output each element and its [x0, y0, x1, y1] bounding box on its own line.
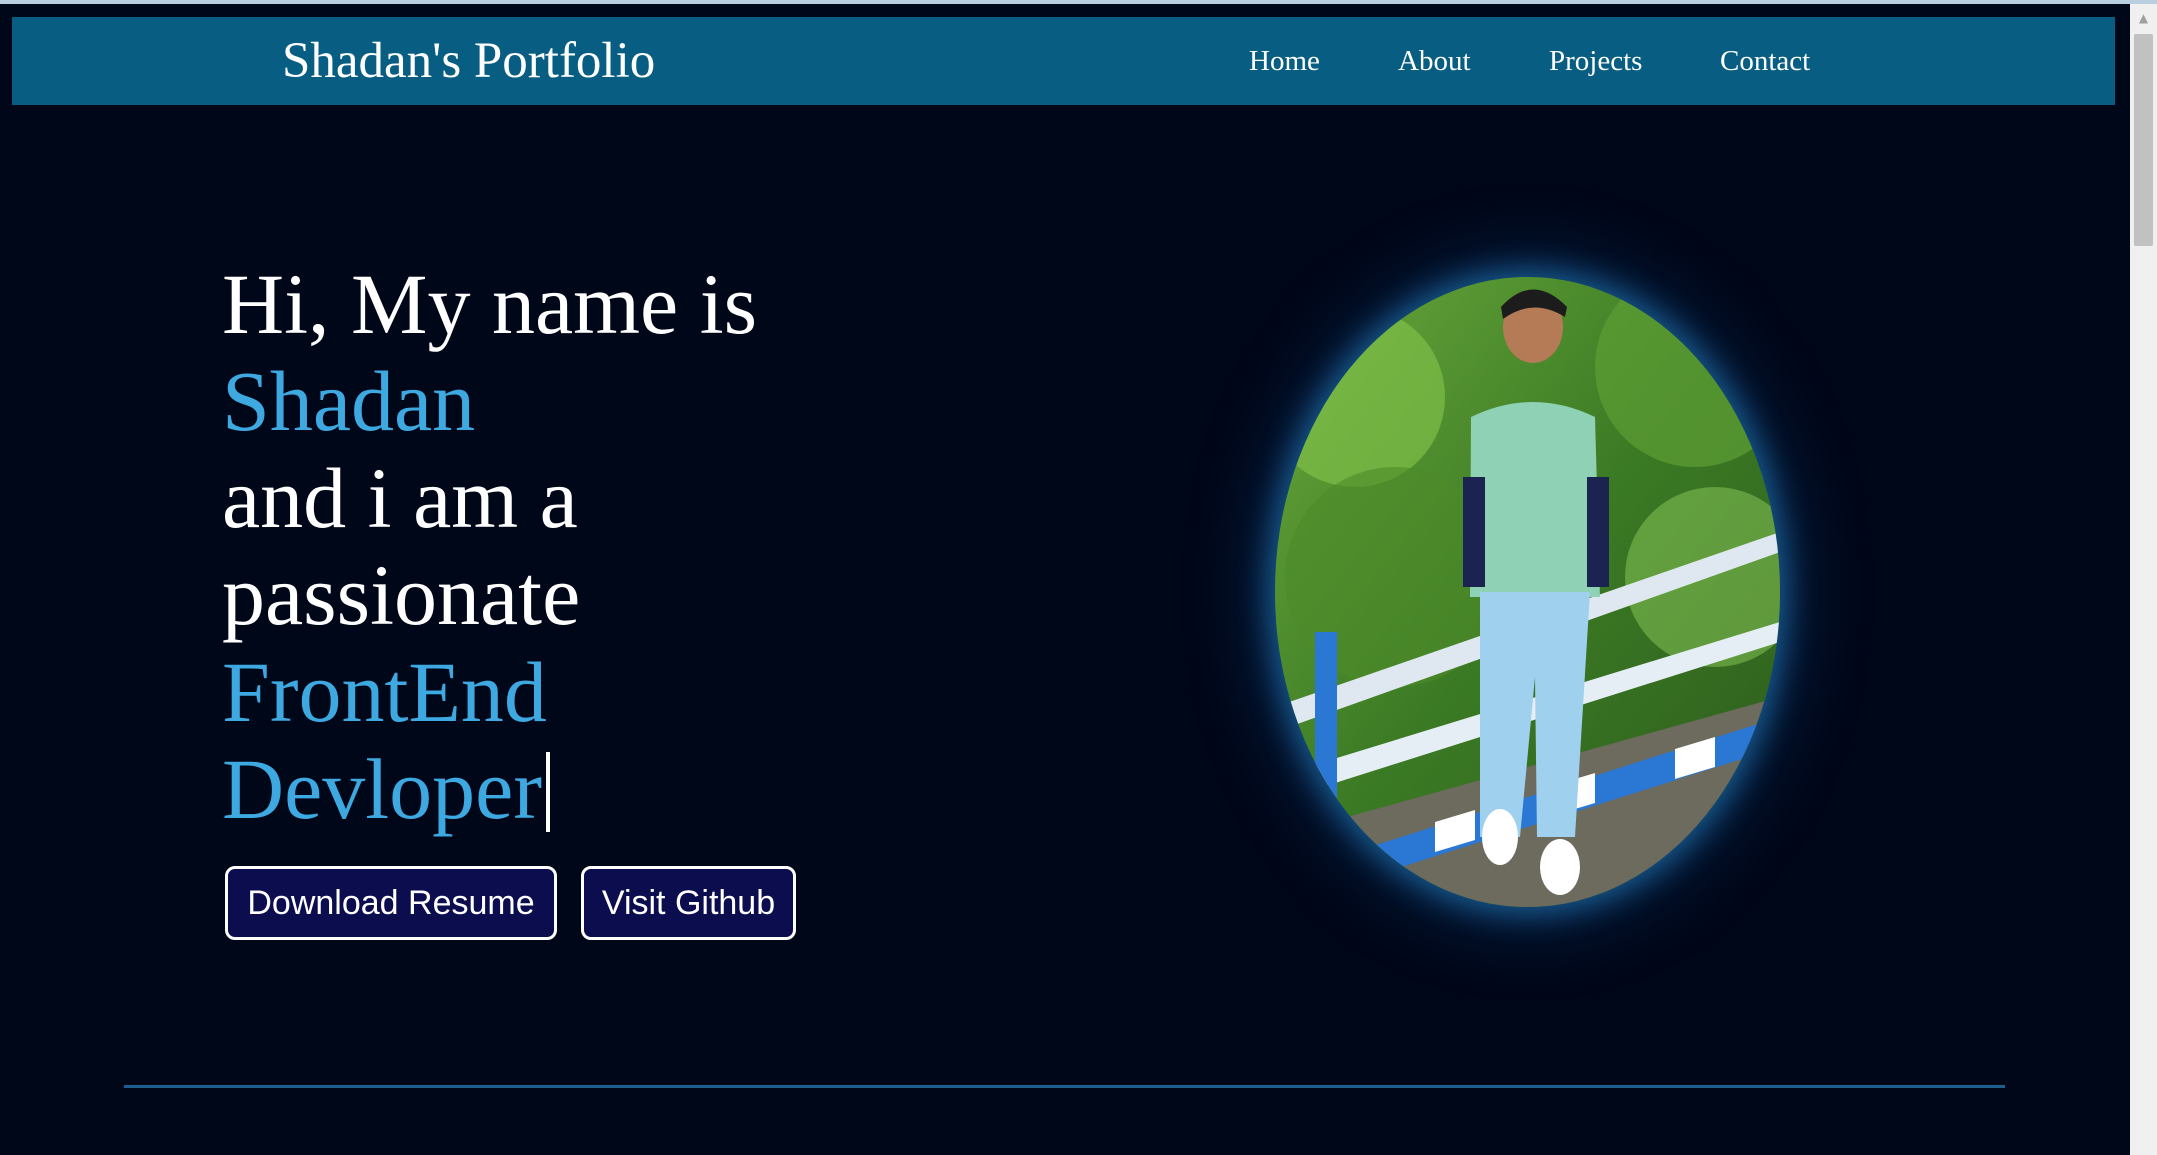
browser-top-edge: [0, 0, 2157, 4]
navbar: Shadan's Portfolio Home About Projects C…: [12, 17, 2115, 105]
hero-greeting: Hi, My name is: [222, 256, 758, 352]
hero-role-line2: Devloper: [222, 741, 542, 837]
section-divider: [124, 1085, 2005, 1088]
hero-line-passionate: passionate: [222, 547, 581, 643]
scrollbar-thumb[interactable]: [2134, 34, 2153, 246]
nav-link-about[interactable]: About: [1398, 17, 1471, 105]
hero-role-line2-wrap: Devloper: [222, 741, 942, 838]
hero-intro: Hi, My name is Shadan and i am a passion…: [222, 256, 942, 838]
profile-photo-illustration: [1275, 277, 1780, 907]
hero-name: Shadan: [222, 353, 476, 449]
site-brand[interactable]: Shadan's Portfolio: [282, 17, 655, 105]
hero-role-line1: FrontEnd: [222, 644, 547, 740]
page-scrollbar[interactable]: ▲: [2130, 4, 2157, 1155]
visit-github-button[interactable]: Visit Github: [581, 866, 796, 940]
nav-link-contact[interactable]: Contact: [1720, 17, 1810, 105]
nav-link-projects[interactable]: Projects: [1549, 17, 1642, 105]
profile-photo: [1275, 277, 1780, 907]
scroll-up-arrow-icon[interactable]: ▲: [2130, 4, 2157, 32]
typing-cursor: [545, 752, 550, 832]
hero-line-and-i-am: and i am a: [222, 450, 578, 546]
download-resume-button[interactable]: Download Resume: [225, 866, 557, 940]
nav-link-home[interactable]: Home: [1249, 17, 1320, 105]
